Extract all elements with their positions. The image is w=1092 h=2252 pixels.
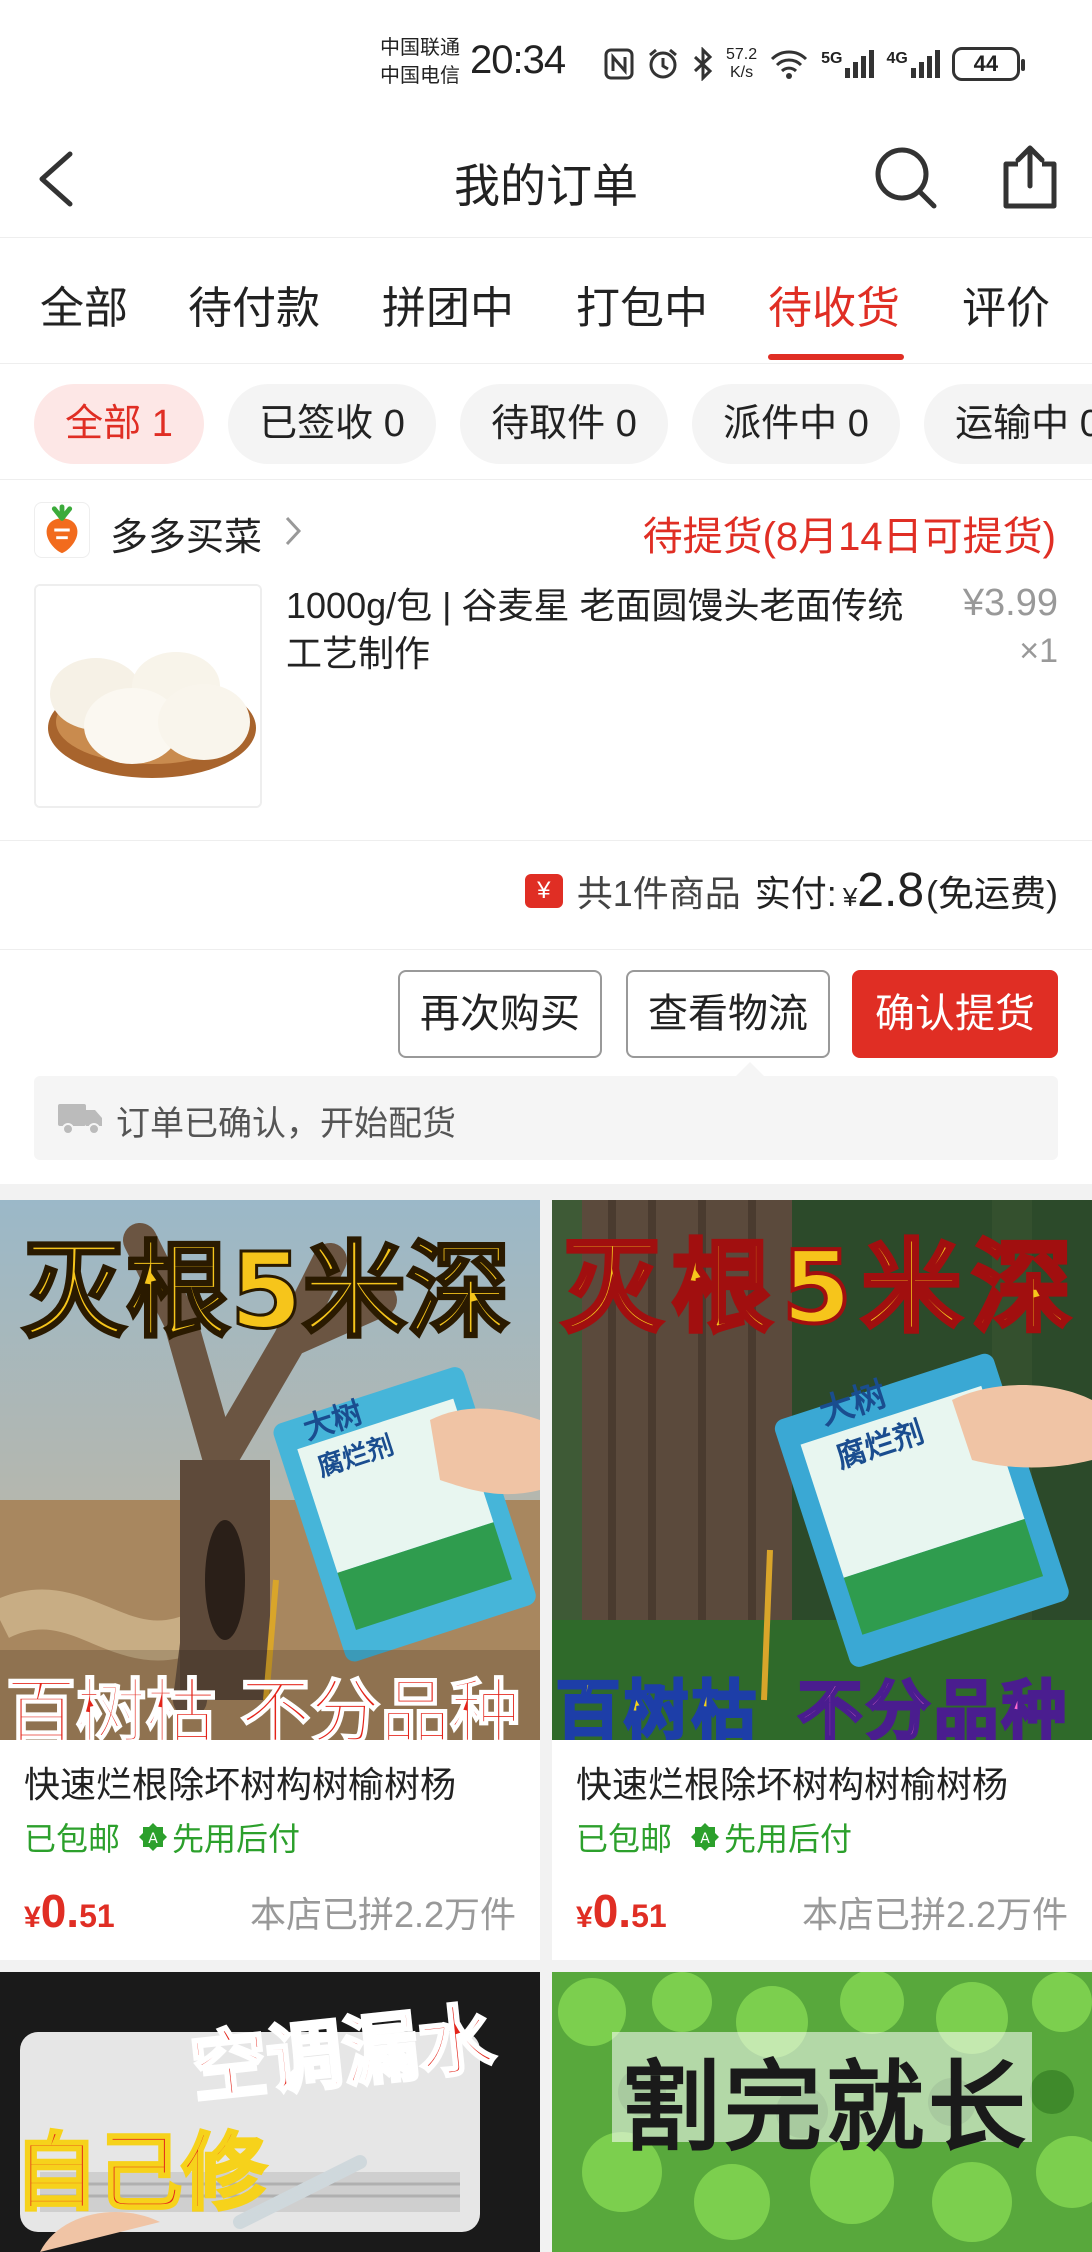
- recommend-card[interactable]: 割完就长: [552, 1972, 1092, 2252]
- recommend-tags: 已包邮 A 先用后付: [24, 1814, 300, 1860]
- svg-text:A: A: [700, 1831, 710, 1847]
- tab-pending-payment[interactable]: 待付款: [188, 272, 320, 336]
- banner-bottom-text-1: 百树枯: [555, 1674, 760, 1741]
- filter-pickup[interactable]: 待取件 0: [460, 384, 668, 464]
- banner-bottom-text-2: 不分品种: [797, 1674, 1070, 1741]
- alarm-icon: [649, 48, 677, 79]
- battery-icon: 44: [951, 47, 1025, 81]
- recommend-sold-count: 本店已拼2.2万件: [249, 1894, 516, 1935]
- tab-to-receive[interactable]: 待收货: [768, 272, 900, 336]
- view-logistics-button[interactable]: 查看物流: [626, 970, 830, 1058]
- banner-line-2: 自己修: [12, 2123, 267, 2224]
- rebuy-button[interactable]: 再次购买: [398, 970, 602, 1058]
- order-tabs: 全部 待付款 拼团中 打包中 待收货 评价: [0, 238, 1092, 364]
- recommend-title: 快速烂根除坏树构树榆树杨: [24, 1764, 457, 1805]
- app-header: 我的订单: [0, 120, 1092, 238]
- tab-packing[interactable]: 打包中: [576, 272, 708, 336]
- product-quantity: ×1: [1019, 632, 1058, 670]
- tab-review[interactable]: 评价: [962, 272, 1050, 336]
- filter-delivering[interactable]: 派件中 0: [692, 384, 900, 464]
- free-shipping-tag: 已包邮: [24, 1821, 121, 1857]
- bluetooth-icon: [693, 47, 713, 81]
- filter-all[interactable]: 全部 1: [34, 384, 204, 464]
- shop-row[interactable]: 多多买菜 待提货(8月14日可提货): [0, 480, 1092, 580]
- carrier-1: 中国联通: [380, 37, 460, 59]
- status-icons: 57.2 K/s 5G 4G 44: [604, 42, 1025, 86]
- confirm-pickup-button[interactable]: 确认提货: [852, 970, 1058, 1058]
- pay-later-icon: A: [139, 1823, 168, 1851]
- shop-name: 多多买菜: [110, 517, 263, 559]
- clock: 20:34: [470, 38, 566, 82]
- signal-4g: 4G: [886, 50, 940, 78]
- svg-text:A: A: [148, 1831, 158, 1847]
- filter-in-transit[interactable]: 运输中 0: [924, 384, 1092, 464]
- product-price: ¥3.99: [962, 582, 1058, 624]
- truck-icon: [58, 1104, 102, 1135]
- banner-top-text: 灭根5米深: [20, 1229, 511, 1354]
- pay-later-tag: 先用后付: [724, 1821, 853, 1857]
- recommend-price: ¥0.51: [576, 1885, 667, 1937]
- share-icon[interactable]: [994, 142, 1066, 214]
- signal-5g: 5G: [821, 50, 875, 78]
- filter-signed[interactable]: 已签收 0: [228, 384, 436, 464]
- recommend-tags: 已包邮 A 先用后付: [576, 1814, 852, 1860]
- recommend-card[interactable]: 灭根5米深 大树 腐烂剂 百树枯 不分品种 快速烂根除坏树构树榆树杨 已包邮 A…: [552, 1200, 1092, 1960]
- tab-all[interactable]: 全部: [40, 272, 128, 336]
- notice-text: 订单已确认，开始配货: [116, 1105, 456, 1143]
- recommend-title: 快速烂根除坏树构树榆树杨: [576, 1764, 1009, 1805]
- nfc-icon: [604, 48, 634, 80]
- banner-top-text: 灭根5米深: [560, 1227, 1082, 1348]
- recommend-sold-count: 本店已拼2.2万件: [801, 1894, 1068, 1935]
- order-summary: ¥ 共1件商品 实付: ¥ 2.8 (免运费): [0, 840, 1092, 950]
- product-image[interactable]: 灭根5米深 大树 腐烂剂 百树枯 不分品种: [0, 1200, 540, 1740]
- steamed-buns-image: [36, 586, 260, 806]
- status-bar: 中国联通 中国电信 20:34 57.2 K/s 5G 4G 44: [0, 0, 1092, 120]
- recommend-price: ¥0.51: [24, 1885, 115, 1937]
- free-shipping-tag: 已包邮: [576, 1821, 673, 1857]
- summary-currency: ¥: [842, 882, 858, 912]
- shop-logo-icon: [34, 502, 90, 558]
- recommend-card[interactable]: 灭根5米深 大树 腐烂剂 百树枯 不分品种 快速烂根除坏树构树榆树杨 已包邮 A…: [0, 1200, 540, 1960]
- carrier-info: 中国联通 中国电信: [380, 34, 460, 90]
- logistics-notice[interactable]: 订单已确认，开始配货: [34, 1062, 1058, 1160]
- recommend-card[interactable]: 空调漏水 自己修: [0, 1972, 540, 2252]
- active-tab-indicator: [768, 354, 904, 360]
- product-image[interactable]: 灭根5米深 大树 腐烂剂 百树枯 不分品种: [552, 1200, 1092, 1740]
- summary-paid-label: 实付:: [754, 873, 837, 914]
- pay-later-tag: 先用后付: [172, 1821, 301, 1857]
- net-speed: 57.2 K/s: [726, 46, 758, 81]
- product-title[interactable]: 1000g/包 | 谷麦星 老面圆馒头老面传统工艺制作: [286, 582, 926, 678]
- banner-line-1: 割完就长: [622, 2050, 1031, 2165]
- yen-badge-icon: ¥: [524, 873, 563, 908]
- search-icon[interactable]: [870, 142, 942, 214]
- summary-amount: 2.8: [857, 864, 925, 917]
- wifi-icon: [771, 50, 808, 79]
- tab-group-buying[interactable]: 拼团中: [382, 272, 514, 336]
- order-status: 待提货(8月14日可提货): [642, 515, 1056, 559]
- banner-bottom-text: 百树枯 不分品种: [5, 1670, 521, 1740]
- carrier-2: 中国电信: [380, 65, 460, 87]
- summary-item-count: 共1件商品: [576, 873, 741, 914]
- filter-chips: 全部 1 已签收 0 待取件 0 派件中 0 运输中 0: [0, 364, 1092, 480]
- battery-level: 44: [973, 51, 999, 76]
- summary-shipping: (免运费): [926, 873, 1058, 914]
- chevron-right-icon: [285, 516, 302, 546]
- product-image[interactable]: [34, 584, 262, 808]
- pay-later-icon: A: [691, 1823, 720, 1851]
